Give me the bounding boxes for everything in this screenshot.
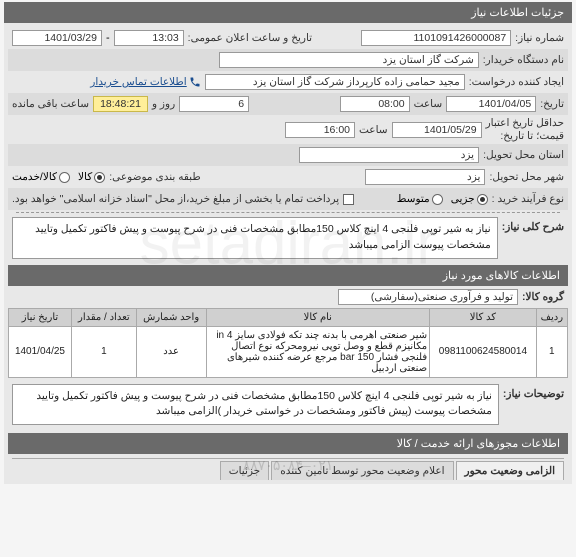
buyer-label: نام دستگاه خریدار:: [483, 54, 564, 66]
main-panel: جزئیات اطلاعات نیاز شماره نیاز: 11010914…: [4, 2, 572, 484]
days-label: روز و: [152, 98, 175, 110]
cred-time-label: ساعت: [359, 124, 388, 136]
date-label: تاریخ:: [540, 98, 564, 110]
province-value: یزد: [299, 147, 479, 163]
row-city-class: شهر محل تحویل: یزد طبقه بندی موضوعی: کال…: [8, 166, 568, 188]
main-desc-text: نیاز به شیر توپی فلنجی 4 اینچ کلاس 150مط…: [12, 217, 498, 259]
announce-time: 13:03: [114, 30, 184, 46]
process-partial-radio[interactable]: جزیی: [451, 193, 488, 205]
radio-icon: [432, 194, 443, 205]
process-partial-label: جزیی: [451, 193, 475, 205]
province-label: استان محل تحویل:: [483, 149, 564, 161]
row-process: نوع فرآیند خرید : جزیی متوسط پرداخت تمام…: [8, 188, 568, 210]
divider: [16, 212, 560, 213]
col-name: نام کالا: [206, 308, 430, 326]
class-label: طبقه بندی موضوعی:: [109, 171, 200, 183]
contact-link-text: اطلاعات تماس خریدار: [90, 76, 186, 88]
footer-number: ۰۲۱–۸۸۷۰۵۰۸۴: [243, 457, 334, 474]
class-service-radio[interactable]: کالا/خدمت: [12, 171, 70, 183]
table-header-row: ردیف کد کالا نام کالا واحد شمارش تعداد /…: [9, 308, 568, 326]
days-value: 6: [179, 96, 249, 112]
payment-note: پرداخت تمام یا بخشی از مبلغ خرید،از محل …: [12, 193, 339, 205]
items-header: اطلاعات کالاهای مورد نیاز: [8, 265, 568, 286]
tab-mandatory-status[interactable]: الزامی وضعیت محور: [456, 461, 564, 480]
row-date-time: تاریخ: 1401/04/05 ساعت 08:00 6 روز و 18:…: [8, 93, 568, 115]
contact-buyer-link[interactable]: اطلاعات تماس خریدار: [90, 76, 200, 88]
cell-unit: عدد: [136, 326, 206, 377]
class-service-label: کالا/خدمت: [12, 171, 57, 183]
time-label: ساعت: [414, 98, 443, 110]
row-buyer: نام دستگاه خریدار: شرکت گاز استان یزد: [8, 49, 568, 71]
row-notes: توضیحات نیاز: نیاز به شیر توپی فلنجی 4 ا…: [8, 382, 568, 428]
radio-icon: [59, 172, 70, 183]
panel-body: شماره نیاز: 1101091426000087 تاریخ و ساع…: [4, 23, 572, 484]
city-value: یزد: [365, 169, 485, 185]
notes-label: توضیحات نیاز:: [503, 384, 564, 400]
notes-text: نیاز به شیر توپی فلنجی 4 اینچ کلاس 150مط…: [12, 384, 499, 426]
announce-date: 1401/03/29: [12, 30, 102, 46]
need-no-label: شماره نیاز:: [515, 32, 564, 44]
cell-idx: 1: [536, 326, 567, 377]
buyer-value: شرکت گاز استان یزد: [219, 52, 479, 68]
cred-time: 16:00: [285, 122, 355, 138]
col-date: تاریخ نیاز: [9, 308, 72, 326]
creator-label: ایجاد کننده درخواست:: [469, 76, 564, 88]
city-label: شهر محل تحویل:: [489, 171, 564, 183]
process-medium-label: متوسط: [397, 193, 430, 205]
cell-code: 0981100624580014: [430, 326, 537, 377]
row-main-desc: شرح کلی نیاز: نیاز به شیر توپی فلنجی 4 ا…: [8, 215, 568, 261]
group-label: گروه کالا:: [522, 291, 564, 303]
cell-name: شیر صنعتی اهرمی با بدنه چند تکه فولادی س…: [206, 326, 430, 377]
row-credibility: حداقل تاریخ اعتبار قیمت؛ تا تاریخ: 1401/…: [8, 115, 568, 144]
class-goods-label: کالا: [78, 171, 92, 183]
class-radio-group: کالا کالا/خدمت: [12, 171, 105, 183]
class-goods-radio[interactable]: کالا: [78, 171, 105, 183]
col-row: ردیف: [536, 308, 567, 326]
remain-label: ساعت باقی مانده: [12, 98, 89, 110]
process-medium-radio[interactable]: متوسط: [397, 193, 443, 205]
radio-icon: [94, 172, 105, 183]
process-radio-group: جزیی متوسط: [397, 193, 488, 205]
phone-icon: [189, 76, 201, 88]
announce-label: تاریخ و ساعت اعلان عمومی:: [188, 32, 312, 44]
col-code: کد کالا: [430, 308, 537, 326]
payment-checkbox[interactable]: [343, 194, 354, 205]
row-province: استان محل تحویل: یزد: [8, 144, 568, 166]
row-need-number: شماره نیاز: 1101091426000087 تاریخ و ساع…: [8, 27, 568, 49]
date-value: 1401/04/05: [446, 96, 536, 112]
licenses-header: اطلاعات مجوزهای ارائه خدمت / کالا: [8, 433, 568, 454]
items-table: ردیف کد کالا نام کالا واحد شمارش تعداد /…: [8, 308, 568, 378]
need-no-value: 1101091426000087: [361, 30, 511, 46]
col-qty: تعداد / مقدار: [71, 308, 136, 326]
time-value: 08:00: [340, 96, 410, 112]
countdown-timer: 18:48:21: [93, 96, 148, 112]
row-creator: ایجاد کننده درخواست: مجید حمامی زاده کار…: [8, 71, 568, 93]
cell-qty: 1: [71, 326, 136, 377]
col-unit: واحد شمارش: [136, 308, 206, 326]
main-desc-label: شرح کلی نیاز:: [502, 217, 564, 233]
row-group: گروه کالا: تولید و فرآوری صنعتی(سفارشی): [8, 286, 568, 308]
process-label: نوع فرآیند خرید :: [492, 193, 564, 205]
cred-until-label: حداقل تاریخ اعتبار قیمت؛ تا تاریخ:: [486, 117, 564, 142]
radio-icon: [477, 194, 488, 205]
group-value: تولید و فرآوری صنعتی(سفارشی): [338, 289, 518, 305]
creator-value: مجید حمامی زاده کارپرداز شرکت گاز استان …: [205, 74, 465, 90]
table-row[interactable]: 1 0981100624580014 شیر صنعتی اهرمی با بد…: [9, 326, 568, 377]
cell-date: 1401/04/25: [9, 326, 72, 377]
cred-date: 1401/05/29: [392, 122, 482, 138]
panel-title: جزئیات اطلاعات نیاز: [4, 2, 572, 23]
